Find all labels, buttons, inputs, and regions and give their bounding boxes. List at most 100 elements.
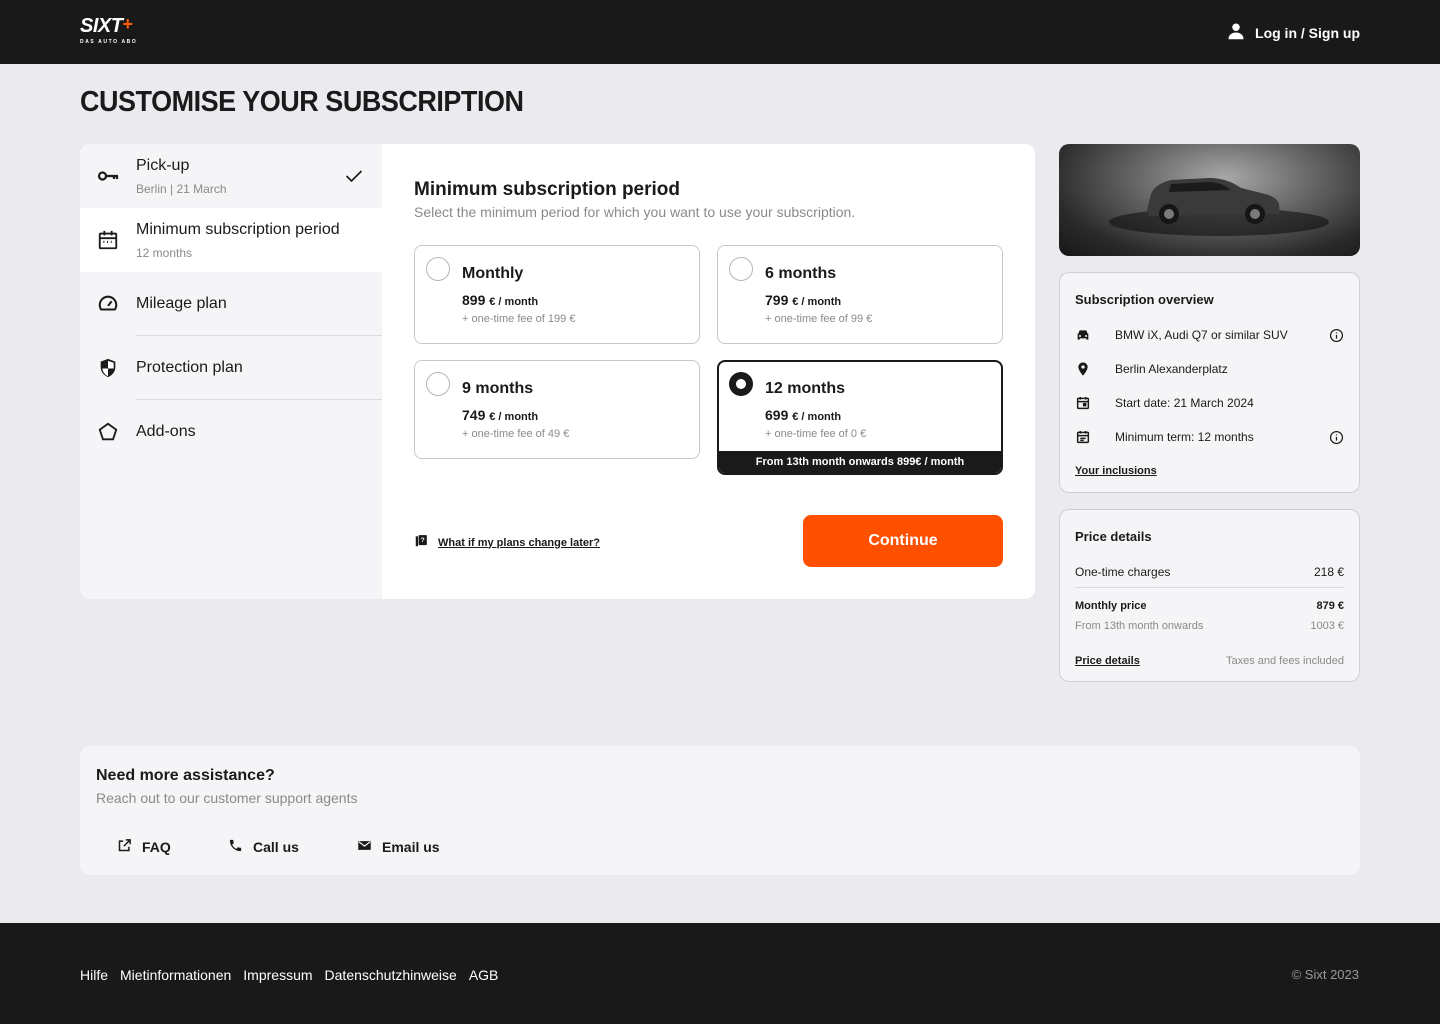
calendar-icon xyxy=(96,228,120,252)
option-fee: + one-time fee of 49 € xyxy=(462,428,570,440)
overview-row-text: Berlin Alexanderplatz xyxy=(1115,362,1228,376)
radio-button[interactable] xyxy=(729,257,753,281)
price-divider xyxy=(1075,587,1344,588)
onwards-price-value: 1003 € xyxy=(1310,620,1344,632)
overview-row-start-date: Start date: 21 March 2024 xyxy=(1075,393,1344,413)
overview-row-minimum-term: Minimum term: 12 months xyxy=(1075,427,1344,447)
onwards-price-label: From 13th month onwards xyxy=(1075,620,1204,632)
faq-link[interactable]: FAQ xyxy=(117,838,171,856)
period-option-9-months[interactable]: 9 months 749 € / month + one-time fee of… xyxy=(414,360,700,459)
onwards-price-row: From 13th month onwards 1003 € xyxy=(1075,620,1344,632)
step-mileage-plan[interactable]: Mileage plan xyxy=(80,272,382,336)
email-icon xyxy=(357,838,372,856)
step-navigation: Pick-up Berlin | 21 March Minimum subscr… xyxy=(80,144,382,599)
continue-button[interactable]: Continue xyxy=(803,515,1003,567)
assistance-title: Need more assistance? xyxy=(96,767,275,784)
subscription-overview-card: Subscription overview BMW iX, Audi Q7 or… xyxy=(1059,272,1360,493)
svg-text:?: ? xyxy=(421,537,425,544)
option-name: Monthly xyxy=(462,265,524,282)
step-minimum-period[interactable]: Minimum subscription period 12 months xyxy=(80,208,382,272)
monthly-price-label: Monthly price xyxy=(1075,600,1147,612)
period-option-monthly[interactable]: Monthly 899 € / month + one-time fee of … xyxy=(414,245,700,344)
car-image xyxy=(1059,144,1360,256)
top-navigation-bar: SIXT+ DAS AUTO ABO Log in / Sign up xyxy=(0,0,1440,64)
info-icon[interactable] xyxy=(1328,429,1344,445)
call-us-link[interactable]: Call us xyxy=(228,838,299,856)
price-details-title: Price details xyxy=(1075,529,1152,544)
email-us-link[interactable]: Email us xyxy=(357,838,440,856)
step-add-ons[interactable]: Add-ons xyxy=(80,400,382,464)
site-footer: Hilfe Mietinformationen Impressum Datens… xyxy=(0,923,1440,1024)
option-fee: + one-time fee of 99 € xyxy=(765,313,873,325)
phone-icon xyxy=(228,838,243,856)
location-pin-icon xyxy=(1075,361,1099,377)
logo-plus: + xyxy=(122,14,133,34)
footer-link-mietinformationen[interactable]: Mietinformationen xyxy=(120,967,231,983)
footer-links: Hilfe Mietinformationen Impressum Datens… xyxy=(80,967,498,983)
calendar-note-icon xyxy=(1075,429,1099,445)
period-option-6-months[interactable]: 6 months 799 € / month + one-time fee of… xyxy=(717,245,1003,344)
overview-row-location: Berlin Alexanderplatz xyxy=(1075,359,1344,379)
option-fee: + one-time fee of 0 € xyxy=(765,428,867,440)
help-book-icon: ? xyxy=(414,534,428,551)
price-details-link[interactable]: Price details xyxy=(1075,655,1140,667)
taxes-note: Taxes and fees included xyxy=(1225,655,1344,667)
monthly-price-value: 879 € xyxy=(1316,600,1344,612)
option-name: 12 months xyxy=(765,380,846,397)
overview-row-text: Minimum term: 12 months xyxy=(1115,430,1254,444)
speedometer-icon xyxy=(96,292,120,316)
radio-button-selected[interactable] xyxy=(729,372,753,396)
panel-description: Select the minimum period for which you … xyxy=(414,204,856,220)
period-option-12-months[interactable]: 12 months 699 € / month + one-time fee o… xyxy=(717,360,1003,475)
calendar-icon xyxy=(1075,395,1099,411)
overview-title: Subscription overview xyxy=(1075,292,1214,307)
price-details-footer-row: Price details Taxes and fees included xyxy=(1075,655,1344,667)
login-signup-button[interactable]: Log in / Sign up xyxy=(1227,22,1360,43)
checkmark-icon xyxy=(344,166,364,191)
option-name: 6 months xyxy=(765,265,837,282)
step-protection-plan[interactable]: Protection plan xyxy=(80,336,382,400)
page-title: CUSTOMISE YOUR SUBSCRIPTION xyxy=(80,86,524,118)
radio-button[interactable] xyxy=(426,257,450,281)
footer-link-agb[interactable]: AGB xyxy=(469,967,499,983)
step-label: Minimum subscription period xyxy=(136,220,340,238)
option-price: 749 € / month xyxy=(462,407,539,423)
step-label: Protection plan xyxy=(136,359,243,376)
option-price: 899 € / month xyxy=(462,292,539,308)
step-label: Pick-up xyxy=(136,156,190,174)
footer-link-impressum[interactable]: Impressum xyxy=(243,967,312,983)
faq-label: FAQ xyxy=(142,839,171,855)
email-us-label: Email us xyxy=(382,839,440,855)
overview-row-text: Start date: 21 March 2024 xyxy=(1115,396,1254,410)
assistance-section: Need more assistance? Reach out to our c… xyxy=(80,746,1360,875)
logo-tagline: DAS AUTO ABO xyxy=(80,39,138,45)
help-link-label: What if my plans change later? xyxy=(438,536,600,549)
option-fee: + one-time fee of 199 € xyxy=(462,313,576,325)
your-inclusions-link[interactable]: Your inclusions xyxy=(1075,465,1157,477)
key-icon xyxy=(96,164,120,188)
step-label: Mileage plan xyxy=(136,295,227,312)
user-icon xyxy=(1227,22,1245,43)
step-pickup[interactable]: Pick-up Berlin | 21 March xyxy=(80,144,382,208)
plans-change-link[interactable]: ? What if my plans change later? xyxy=(414,534,600,551)
footer-link-datenschutzhinweise[interactable]: Datenschutzhinweise xyxy=(325,967,457,983)
step-sublabel: 12 months xyxy=(136,245,193,260)
sixt-logo[interactable]: SIXT+ DAS AUTO ABO xyxy=(80,14,150,46)
option-name: 9 months xyxy=(462,380,534,397)
info-icon[interactable] xyxy=(1328,327,1344,343)
logo-wordmark: SIXT xyxy=(80,15,123,37)
car-icon xyxy=(1075,327,1099,343)
step-sublabel: Berlin | 21 March xyxy=(136,181,227,196)
monthly-price-row: Monthly price 879 € xyxy=(1075,600,1344,612)
option-banner: From 13th month onwards 899€ / month xyxy=(719,451,1001,473)
footer-link-hilfe[interactable]: Hilfe xyxy=(80,967,108,983)
panel-title: Minimum subscription period xyxy=(414,179,681,200)
external-link-icon xyxy=(117,838,132,856)
shield-icon xyxy=(96,356,120,380)
one-time-charges-label: One-time charges xyxy=(1075,565,1171,579)
assistance-subtitle: Reach out to our customer support agents xyxy=(96,790,358,806)
pentagon-icon xyxy=(96,420,120,444)
one-time-charges-value: 218 € xyxy=(1313,565,1344,579)
radio-button[interactable] xyxy=(426,372,450,396)
login-label: Log in / Sign up xyxy=(1255,24,1360,41)
